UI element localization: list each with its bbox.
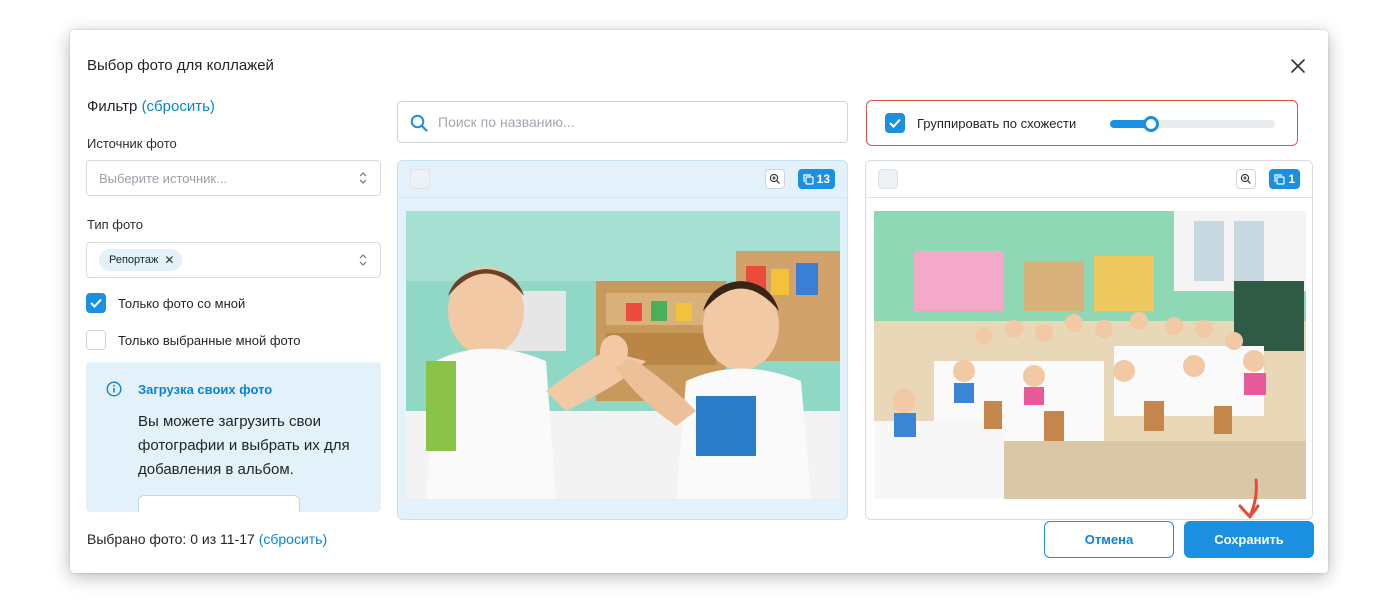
filter-heading: Фильтр (сбросить) <box>87 98 215 115</box>
source-placeholder: Выберите источник... <box>99 170 227 186</box>
photo-card-header: 13 <box>398 161 847 198</box>
selected-count-text: Выбрано фото: 0 из 11-17 <box>87 531 255 547</box>
upload-info-title: Загрузка своих фото <box>138 382 273 397</box>
group-by-similarity-label: Группировать по схожести <box>917 116 1077 131</box>
remove-tag-icon[interactable]: ✕ <box>164 253 174 267</box>
only-selected-checkbox[interactable] <box>86 330 106 350</box>
photo-select-checkbox[interactable] <box>410 169 430 189</box>
photo-card[interactable]: 13 <box>397 160 848 520</box>
type-select[interactable]: Репортаж ✕ <box>86 242 381 278</box>
type-label: Тип фото <box>87 217 143 232</box>
only-selected-option[interactable]: Только выбранные мной фото <box>86 330 301 350</box>
check-icon <box>90 298 102 308</box>
check-icon <box>889 118 901 128</box>
updown-chevron-icon <box>359 172 367 184</box>
search-icon <box>410 114 428 132</box>
close-icon[interactable] <box>1288 56 1308 76</box>
group-by-similarity-checkbox[interactable] <box>885 113 905 133</box>
info-icon <box>106 381 122 397</box>
similarity-slider[interactable] <box>1110 116 1275 132</box>
save-button[interactable]: Сохранить <box>1184 521 1314 558</box>
source-select[interactable]: Выберите источник... <box>86 160 381 196</box>
copy-icon <box>803 173 814 185</box>
upload-info-box: Загрузка своих фото Вы можете загрузить … <box>86 362 381 512</box>
similar-count: 1 <box>1288 172 1295 186</box>
filter-title: Фильтр <box>87 98 138 115</box>
search-input[interactable]: Поиск по названию... <box>397 101 848 143</box>
photo-select-checkbox[interactable] <box>878 169 898 189</box>
type-tag: Репортаж ✕ <box>99 249 183 271</box>
filter-reset-link[interactable]: (сбросить) <box>142 98 215 115</box>
upload-photos-button[interactable] <box>138 495 300 512</box>
selected-count-summary: Выбрано фото: 0 из 11-17 (сбросить) <box>87 531 327 547</box>
photo-card[interactable]: 1 <box>865 160 1313 520</box>
modal-title: Выбор фото для коллажей <box>87 57 274 74</box>
cancel-button[interactable]: Отмена <box>1044 521 1174 558</box>
updown-chevron-icon <box>359 254 367 266</box>
upload-info-text: Вы можете загрузить свои фотографии и вы… <box>138 413 350 478</box>
photo-kids-at-tables[interactable] <box>874 211 1306 499</box>
photo-picker-modal: Выбор фото для коллажей Фильтр (сбросить… <box>70 30 1328 573</box>
photo-two-boys-armwrestling[interactable] <box>406 211 840 499</box>
only-with-me-label: Только фото со мной <box>118 295 246 311</box>
only-selected-label: Только выбранные мной фото <box>118 332 301 348</box>
similarity-slider-thumb[interactable] <box>1143 116 1160 132</box>
photo-card-header: 1 <box>866 161 1312 198</box>
zoom-icon[interactable] <box>1236 169 1256 189</box>
similar-count-badge[interactable]: 13 <box>797 169 835 189</box>
similar-count-badge[interactable]: 1 <box>1269 169 1300 189</box>
group-by-similarity-panel: Группировать по схожести <box>866 100 1298 146</box>
similar-count: 13 <box>816 172 830 186</box>
zoom-icon[interactable] <box>765 169 785 189</box>
only-with-me-checkbox[interactable] <box>86 293 106 313</box>
search-placeholder: Поиск по названию... <box>438 114 575 130</box>
footer-reset-link[interactable]: (сбросить) <box>259 531 327 547</box>
copy-icon <box>1274 173 1285 185</box>
type-tag-label: Репортаж <box>109 254 159 266</box>
annotation-arrow-icon <box>1238 478 1260 519</box>
only-with-me-option[interactable]: Только фото со мной <box>86 293 245 313</box>
source-label: Источник фото <box>87 136 177 151</box>
